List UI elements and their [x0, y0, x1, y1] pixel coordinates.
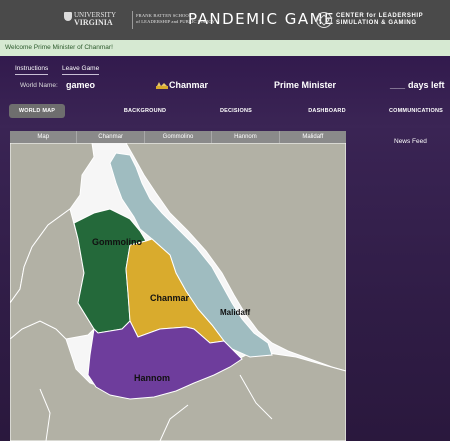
tab-world-map[interactable]: WORLD MAP [9, 104, 65, 118]
world-name-label: World Name: [20, 82, 58, 89]
news-feed-title: News Feed [394, 138, 427, 145]
tab-background[interactable]: BACKGROUND [114, 104, 176, 118]
map-tab-chanmar[interactable]: Chanmar [77, 131, 145, 143]
center-logo-line2: SIMULATION & GAMING [336, 20, 417, 26]
leadership-center-icon [316, 12, 332, 28]
game-title: PANDEMIC GAME [188, 10, 336, 28]
uva-logo-line2: VIRGINIA [74, 18, 113, 27]
world-name-value: gameo [66, 80, 96, 90]
map-label-malidaff: Malidaff [220, 308, 251, 317]
leave-game-button[interactable]: Leave Game [62, 64, 100, 75]
instructions-button[interactable]: Instructions [15, 64, 49, 75]
days-left-label: days left [408, 80, 445, 90]
center-logo-line1: CENTER for LEADERSHIP [336, 13, 424, 19]
welcome-banner: Welcome Prime Minister of Chanmar! [0, 40, 450, 56]
map-tab-hannom[interactable]: Hannom [212, 131, 280, 143]
world-map[interactable]: Gommolino Chanmar Malidaff Hannom [10, 143, 346, 441]
tab-decisions[interactable]: DECISIONS [210, 104, 262, 118]
tab-communications[interactable]: COMMUNICATIONS [384, 104, 448, 118]
map-tab-map[interactable]: Map [10, 131, 78, 143]
logo-divider [132, 11, 133, 29]
map-tabs: Map Chanmar Gommolino Hannom Malidaff [10, 131, 346, 143]
map-tab-gommolino[interactable]: Gommolino [145, 131, 213, 143]
map-label-chanmar: Chanmar [150, 293, 190, 303]
days-left-value: ___ [390, 80, 406, 90]
leadership-center-logo: CENTER for LEADERSHIP SIMULATION & GAMIN… [336, 13, 423, 27]
map-tab-malidaff[interactable]: Malidaff [280, 131, 346, 143]
uva-logo: UNIVERSITY VIRGINIA [64, 12, 116, 27]
country-flag-icon [156, 82, 168, 89]
map-label-hannom: Hannom [134, 373, 170, 383]
player-role: Prime Minister [274, 80, 337, 90]
top-header: UNIVERSITY VIRGINIA FRANK BATTEN SCHOOL o… [0, 0, 450, 40]
country-name: Chanmar [169, 80, 209, 90]
map-label-gommolino: Gommolino [92, 237, 142, 247]
uva-crest-icon [64, 12, 72, 21]
tab-dashboard[interactable]: DASHBOARD [296, 104, 358, 118]
